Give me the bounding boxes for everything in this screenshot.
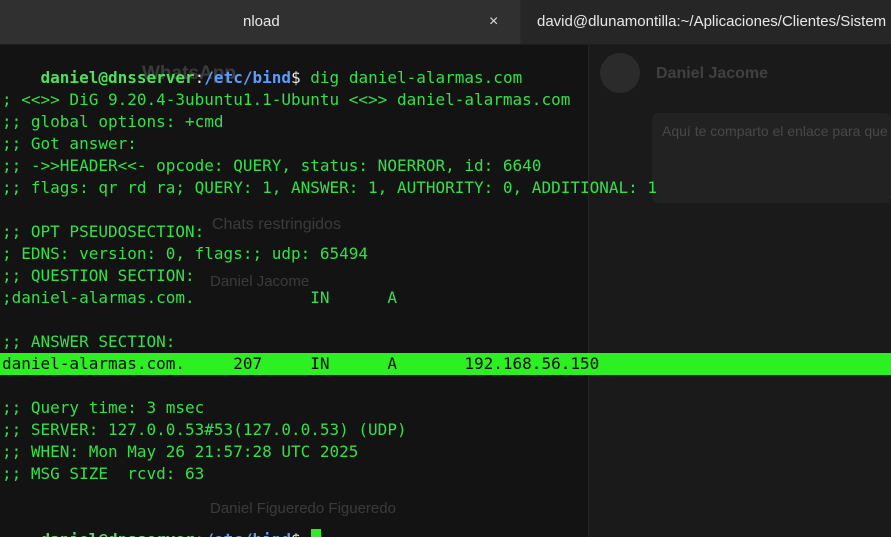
msg-size-line: ;; MSG SIZE rcvd: 63 bbox=[2, 464, 205, 483]
prompt-user-host: daniel@dnsserver bbox=[41, 530, 195, 537]
close-icon[interactable]: × bbox=[489, 0, 498, 44]
background-avatar bbox=[600, 53, 640, 93]
answer-record: daniel-alarmas.com. 207 IN A 192.168.56.… bbox=[2, 354, 600, 373]
prompt-line-idle[interactable]: daniel@dnsserver:/etc/bind$ bbox=[2, 507, 321, 537]
text-cursor bbox=[310, 529, 321, 537]
background-chats-restricted: Chats restringidos bbox=[212, 216, 341, 233]
prompt-user-host: daniel@dnsserver bbox=[40, 68, 195, 87]
tab-nload-title: nload bbox=[243, 13, 280, 30]
header-status-line: ;; ->>HEADER<<- opcode: QUERY, status: N… bbox=[2, 156, 542, 175]
query-time: ;; Query time: 3 msec bbox=[2, 398, 205, 417]
prompt-separator: : bbox=[194, 68, 205, 87]
prompt-line-command: daniel@dnsserver:/etc/bind$ dig daniel-a… bbox=[2, 45, 523, 87]
answer-section-title: ;; ANSWER SECTION: bbox=[2, 332, 176, 351]
prompt-path: /etc/bind bbox=[204, 68, 291, 87]
flags-line: ;; flags: qr rd ra; QUERY: 1, ANSWER: 1,… bbox=[2, 178, 658, 197]
background-message-preview: Aquí te comparto el enlace para que bbox=[662, 123, 888, 139]
prompt-symbol: $ bbox=[291, 68, 301, 87]
typed-command: dig daniel-alarmas.com bbox=[310, 68, 523, 87]
dig-version-header: ; <<>> DiG 9.20.4-3ubuntu1.1-Ubuntu <<>>… bbox=[2, 90, 571, 109]
prompt-symbol: $ bbox=[291, 530, 301, 537]
opt-pseudosection-title: ;; OPT PSEUDOSECTION: bbox=[2, 222, 205, 241]
terminal-output-area[interactable]: WhatsApp Daniel Jacome Aquí te comparto … bbox=[0, 45, 891, 537]
server-line: ;; SERVER: 127.0.0.53#53(127.0.0.53) (UD… bbox=[2, 420, 407, 439]
tab-nload[interactable]: nload × bbox=[0, 0, 520, 44]
question-record: ;daniel-alarmas.com. IN A bbox=[2, 288, 397, 307]
when-line: ;; WHEN: Mon May 26 21:57:28 UTC 2025 bbox=[2, 442, 359, 461]
edns-line: ; EDNS: version: 0, flags:; udp: 65494 bbox=[2, 244, 369, 263]
prompt-path: /etc/bind bbox=[204, 530, 291, 537]
tab-david-terminal-title: david@dlunamontilla:~/Aplicaciones/Clien… bbox=[537, 13, 887, 30]
terminal-tab-bar: nload × david@dlunamontilla:~/Aplicacion… bbox=[0, 0, 891, 45]
question-section-title: ;; QUESTION SECTION: bbox=[2, 266, 195, 285]
got-answer: ;; Got answer: bbox=[2, 134, 137, 153]
prompt-separator: : bbox=[195, 530, 205, 537]
tab-david-terminal[interactable]: david@dlunamontilla:~/Aplicaciones/Clien… bbox=[521, 0, 891, 44]
global-options: ;; global options: +cmd bbox=[2, 112, 224, 131]
background-contact-name: Daniel Jacome bbox=[656, 65, 769, 82]
